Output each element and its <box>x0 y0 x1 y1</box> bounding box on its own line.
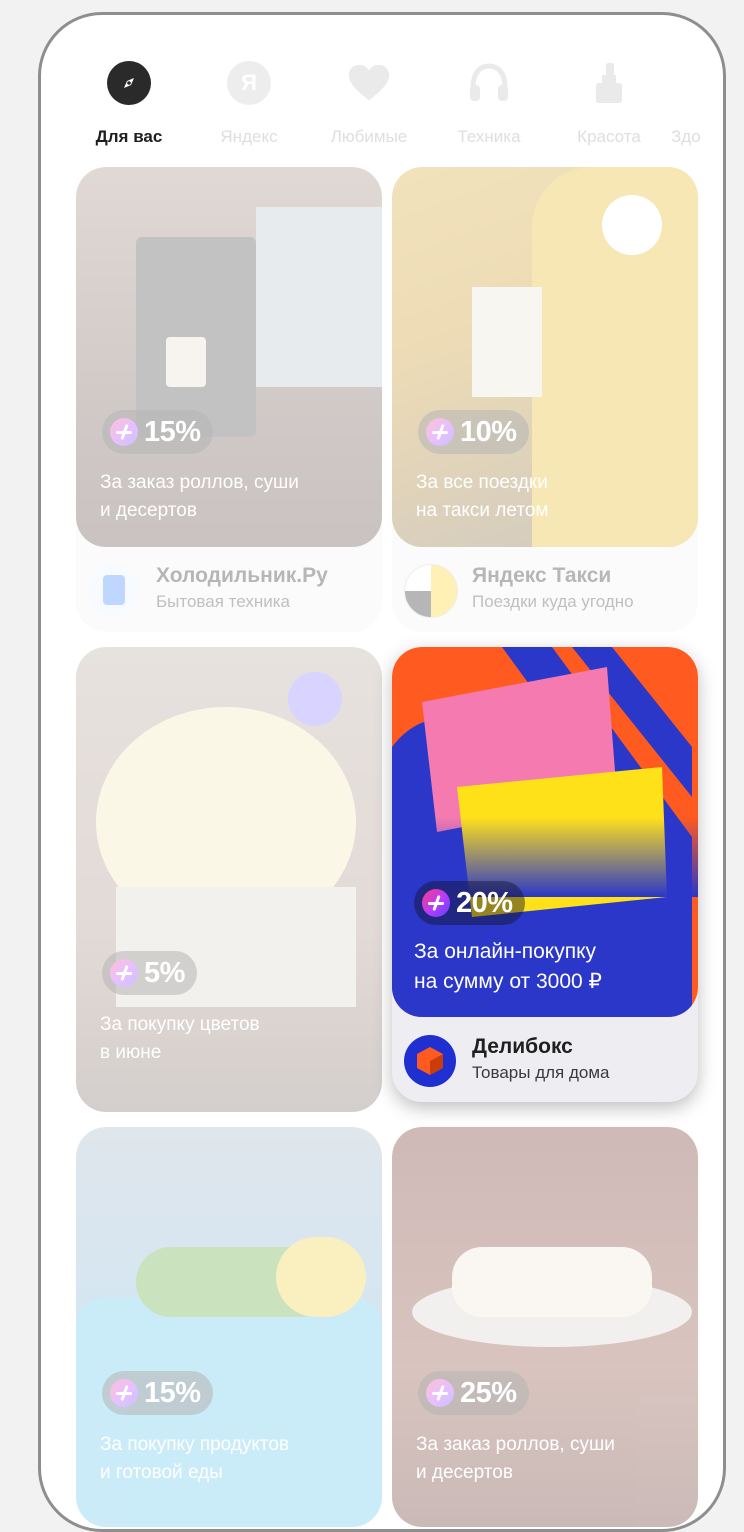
tab-yandex[interactable]: Я Яндекс <box>194 61 304 147</box>
desc-line: За заказ роллов, суши <box>100 472 299 493</box>
tab-health[interactable]: Здо <box>671 61 723 147</box>
category-tabs: Для вас Я Яндекс Любимые Техника Красота… <box>41 61 723 161</box>
offer-card-delibox[interactable]: 20% За онлайн-покупку на сумму от 3000 ₽… <box>392 647 698 1102</box>
desc-line: и десертов <box>416 1462 513 1483</box>
heart-icon <box>347 61 391 105</box>
desc-line: За заказ роллов, суши <box>416 1434 615 1455</box>
desc-line: За онлайн-покупку <box>414 940 596 963</box>
desc-line: на такси летом <box>416 500 549 521</box>
discount-badge: 15% <box>102 1371 213 1415</box>
brand-name: Холодильник.Ру <box>156 564 328 587</box>
discount-badge: 20% <box>414 881 525 925</box>
discount-badge: 5% <box>102 951 197 995</box>
health-icon <box>671 61 715 105</box>
brand-row: Делибокс Товары для дома <box>392 1017 698 1102</box>
tab-favorites[interactable]: Любимые <box>314 61 424 147</box>
phone-frame: Для вас Я Яндекс Любимые Техника Красота… <box>38 12 726 1532</box>
discount-value: 25% <box>460 1376 517 1409</box>
delibox-logo-icon <box>404 1035 456 1087</box>
discount-value: 5% <box>144 956 185 989</box>
plus-icon <box>110 959 138 987</box>
brand-row: Холодильник.Ру Бытовая техника <box>76 546 382 632</box>
offer-description: За заказ роллов, суши и десертов <box>100 469 299 525</box>
plus-icon <box>110 1379 138 1407</box>
brand-category: Поездки куда угодно <box>472 592 634 611</box>
discount-badge: 15% <box>102 410 213 454</box>
offer-description: За покупку цветов в июне <box>100 1011 260 1067</box>
tab-beauty[interactable]: Красота <box>554 61 664 147</box>
offer-card-flowers[interactable]: 5% За покупку цветов в июне <box>76 647 382 1112</box>
offer-card-sushi[interactable]: 25% За заказ роллов, суши и десертов <box>392 1127 698 1527</box>
headphones-icon <box>467 61 511 105</box>
discount-value: 15% <box>144 1376 201 1409</box>
tab-for-you[interactable]: Для вас <box>74 61 184 147</box>
plus-icon <box>110 418 138 446</box>
desc-line: в июне <box>100 1042 162 1063</box>
desc-line: За покупку продуктов <box>100 1434 290 1455</box>
tab-label: Любимые <box>330 127 408 146</box>
settings-icon <box>288 672 342 726</box>
fridge-logo-icon <box>88 564 140 616</box>
offer-description: За онлайн-покупку на сумму от 3000 ₽ <box>414 937 602 997</box>
plus-icon <box>422 889 450 917</box>
brand-name: Яндекс Такси <box>472 564 612 587</box>
tab-label: Яндекс <box>220 127 278 146</box>
beauty-icon <box>587 61 631 105</box>
yandex-icon: Я <box>227 61 271 105</box>
tab-label: Для вас <box>95 127 163 146</box>
desc-line: За покупку цветов <box>100 1014 260 1035</box>
desc-line: и десертов <box>100 500 197 521</box>
tab-tech[interactable]: Техника <box>434 61 544 147</box>
offer-description: За покупку продуктов и готовой еды <box>100 1431 289 1487</box>
brand-row: Яндекс Такси Поездки куда угодно <box>392 546 698 632</box>
desc-line: За все поездки <box>416 472 548 493</box>
desc-line: на сумму от 3000 ₽ <box>414 970 602 993</box>
offer-description: За заказ роллов, суши и десертов <box>416 1431 615 1487</box>
brand-category: Товары для дома <box>472 1063 610 1082</box>
tab-label: Красота <box>577 127 641 146</box>
plus-icon <box>426 418 454 446</box>
taxi-logo-icon <box>404 564 458 618</box>
discount-badge: 25% <box>418 1371 529 1415</box>
offer-card-taxi[interactable]: 10% За все поездки на такси летом Яндекс… <box>392 167 698 632</box>
offer-card-fridge[interactable]: 15% За заказ роллов, суши и десертов Хол… <box>76 167 382 632</box>
tab-label: Здо <box>671 127 701 146</box>
brand-name: Делибокс <box>472 1035 573 1058</box>
desc-line: и готовой еды <box>100 1462 223 1483</box>
discount-badge: 10% <box>418 410 529 454</box>
compass-icon <box>107 61 151 105</box>
discount-value: 10% <box>460 415 517 448</box>
offer-description: За все поездки на такси летом <box>416 469 548 525</box>
offer-card-grocery[interactable]: 15% За покупку продуктов и готовой еды <box>76 1127 382 1527</box>
discount-value: 20% <box>456 886 513 919</box>
plus-icon <box>426 1379 454 1407</box>
brand-category: Бытовая техника <box>156 592 290 611</box>
tab-label: Техника <box>457 127 521 146</box>
discount-value: 15% <box>144 415 201 448</box>
